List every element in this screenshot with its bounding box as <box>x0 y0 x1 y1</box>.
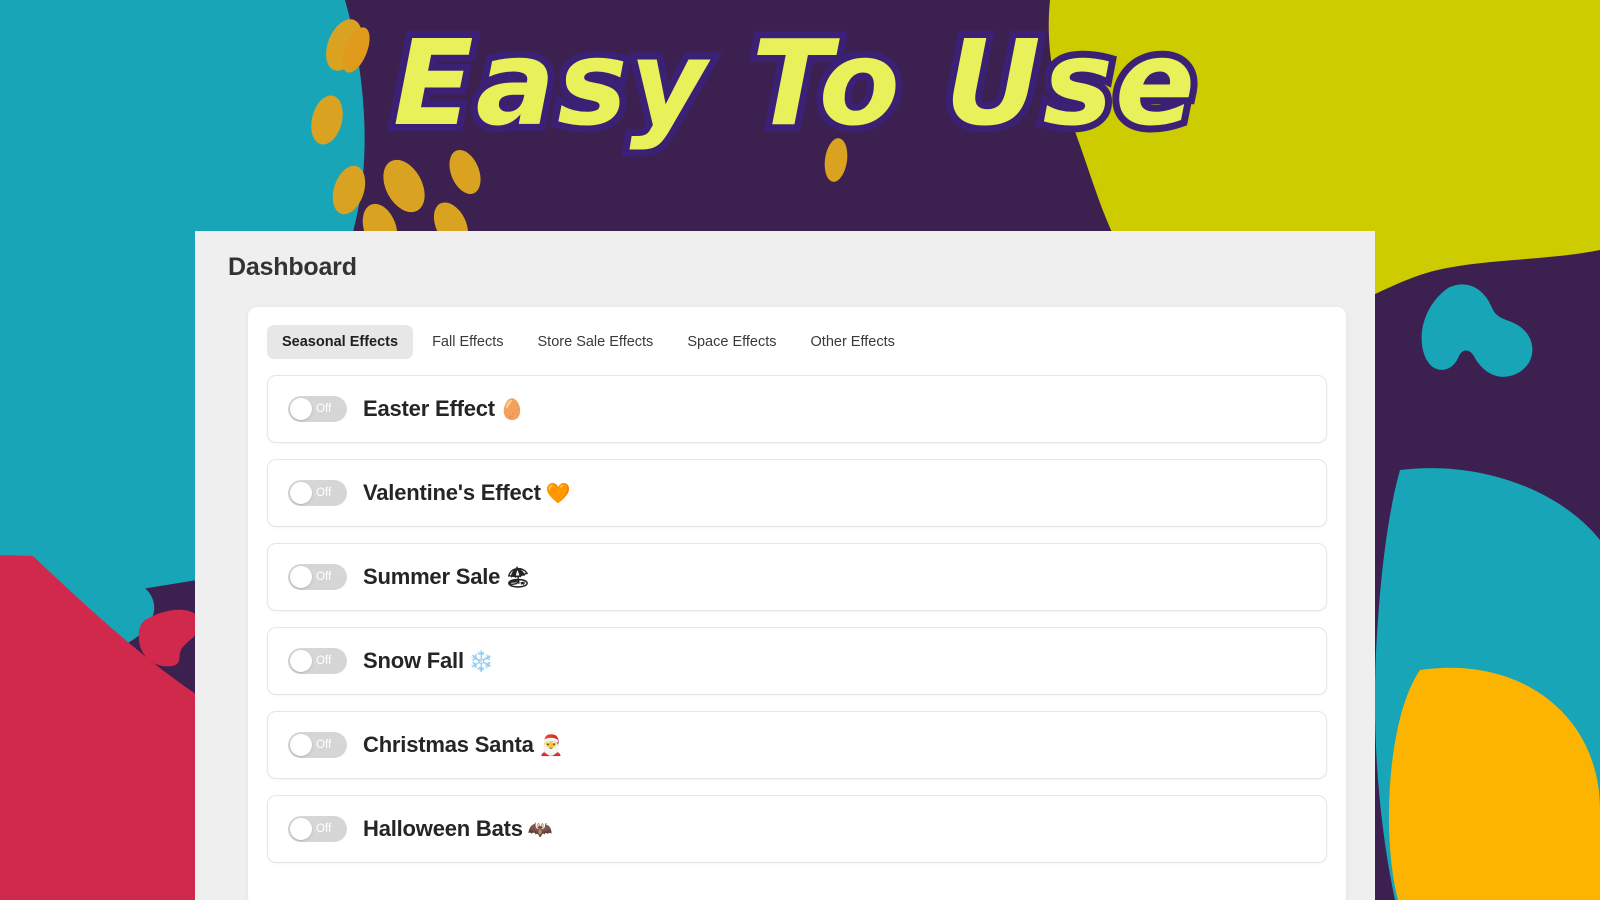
effect-label: Summer Sale 🏖 <box>363 564 531 590</box>
toggle-state-label: Off <box>316 403 332 415</box>
toggle-knob-icon <box>290 734 312 756</box>
toggle-knob-icon <box>290 566 312 588</box>
effects-list: Off Easter Effect 🥚 Off Valentine's Effec… <box>267 375 1327 863</box>
effect-label: Snow Fall ❄️ <box>363 648 494 674</box>
effect-title: Valentine's Effect <box>363 480 541 505</box>
toggle-state-label: Off <box>316 655 332 667</box>
toggle-knob-icon <box>290 650 312 672</box>
effect-toggle-christmas-santa[interactable]: Off <box>288 732 347 758</box>
app-window: Dashboard Seasonal Effects Fall Effects … <box>195 231 1375 900</box>
effect-title: Easter Effect <box>363 396 495 421</box>
toggle-knob-icon <box>290 482 312 504</box>
bat-icon: 🦇 <box>527 817 553 841</box>
toggle-knob-icon <box>290 818 312 840</box>
effect-row: Off Summer Sale 🏖 <box>267 543 1327 611</box>
effect-row: Off Christmas Santa 🎅 <box>267 711 1327 779</box>
santa-icon: 🎅 <box>538 733 564 757</box>
effect-toggle-valentines[interactable]: Off <box>288 480 347 506</box>
effect-label: Halloween Bats 🦇 <box>363 816 553 842</box>
effect-label: Christmas Santa 🎅 <box>363 732 564 758</box>
snowflake-icon: ❄️ <box>468 649 494 673</box>
toggle-state-label: Off <box>316 487 332 499</box>
tab-store-sale-effects[interactable]: Store Sale Effects <box>523 325 669 359</box>
effect-title: Christmas Santa <box>363 732 534 757</box>
effects-panel: Seasonal Effects Fall Effects Store Sale… <box>247 306 1347 900</box>
effect-toggle-easter[interactable]: Off <box>288 396 347 422</box>
effect-row: Off Halloween Bats 🦇 <box>267 795 1327 863</box>
effect-label: Valentine's Effect 🧡 <box>363 480 571 506</box>
effect-title: Halloween Bats <box>363 816 523 841</box>
effect-toggle-snow-fall[interactable]: Off <box>288 648 347 674</box>
toggle-state-label: Off <box>316 739 332 751</box>
beach-umbrella-icon: 🏖 <box>505 565 531 589</box>
egg-icon: 🥚 <box>499 397 525 421</box>
effect-row: Off Snow Fall ❄️ <box>267 627 1327 695</box>
effect-title: Summer Sale <box>363 564 501 589</box>
effect-row: Off Valentine's Effect 🧡 <box>267 459 1327 527</box>
toggle-knob-icon <box>290 398 312 420</box>
orange-heart-icon: 🧡 <box>545 481 571 505</box>
tab-space-effects[interactable]: Space Effects <box>672 325 791 359</box>
toggle-state-label: Off <box>316 823 332 835</box>
toggle-state-label: Off <box>316 571 332 583</box>
effect-label: Easter Effect 🥚 <box>363 396 525 422</box>
tab-fall-effects[interactable]: Fall Effects <box>417 325 518 359</box>
effect-toggle-summer-sale[interactable]: Off <box>288 564 347 590</box>
page-title: Dashboard <box>228 253 357 281</box>
effect-title: Snow Fall <box>363 648 464 673</box>
effect-row: Off Easter Effect 🥚 <box>267 375 1327 443</box>
tab-bar: Seasonal Effects Fall Effects Store Sale… <box>267 325 1327 359</box>
tab-other-effects[interactable]: Other Effects <box>796 325 910 359</box>
effect-toggle-halloween-bats[interactable]: Off <box>288 816 347 842</box>
tab-seasonal-effects[interactable]: Seasonal Effects <box>267 325 414 359</box>
